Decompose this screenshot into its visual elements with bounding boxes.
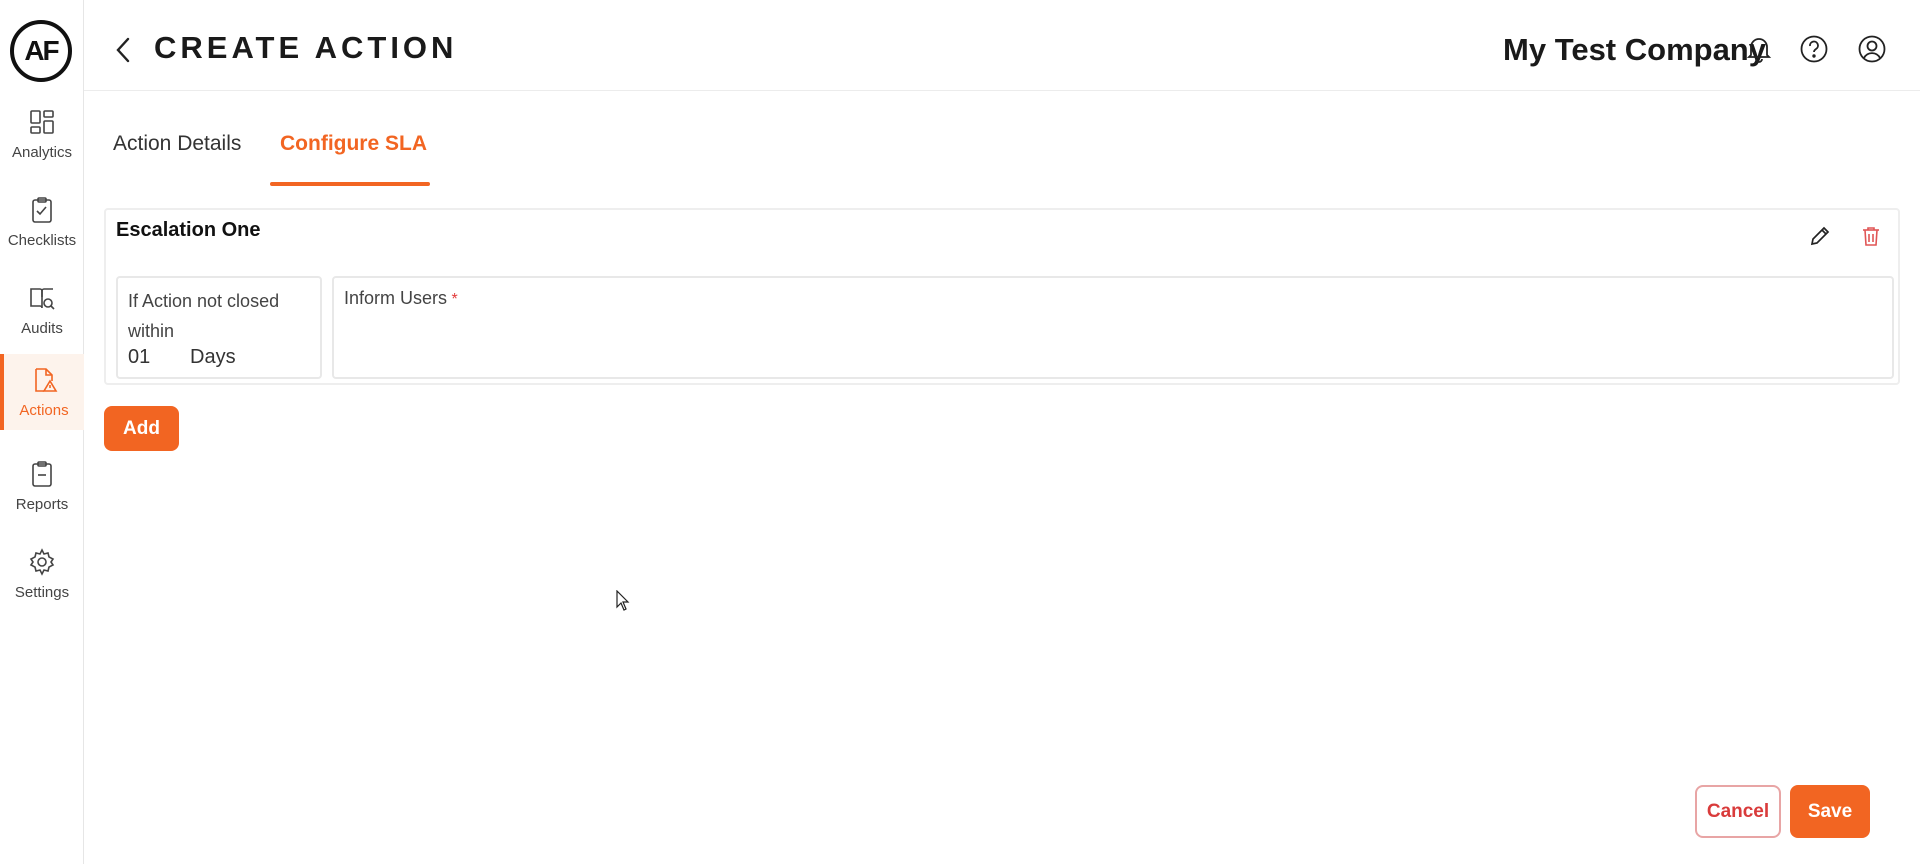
sidebar-item-settings[interactable]: Settings — [0, 536, 84, 612]
gear-icon — [29, 547, 55, 576]
analytics-icon — [30, 109, 54, 134]
checklist-icon — [32, 196, 52, 223]
page-header: CREATE ACTION My Test Company — [84, 0, 1920, 91]
page-title: CREATE ACTION — [154, 30, 458, 65]
sidebar-item-label: Checklists — [7, 231, 77, 249]
escalation-days-field: If Action not closed within Days — [116, 276, 322, 379]
profile-button[interactable] — [1857, 34, 1887, 64]
days-input[interactable] — [128, 346, 152, 369]
sidebar-item-actions[interactable]: Actions — [0, 354, 84, 430]
delete-escalation-button[interactable] — [1857, 222, 1885, 250]
mouse-cursor-icon — [616, 590, 630, 611]
notifications-button[interactable] — [1744, 34, 1774, 64]
sidebar-item-analytics[interactable]: Analytics — [0, 96, 84, 172]
sidebar-item-reports[interactable]: Reports — [0, 448, 84, 524]
company-name[interactable]: My Test Company — [1503, 32, 1766, 68]
edit-escalation-button[interactable] — [1806, 222, 1834, 250]
days-unit: Days — [190, 346, 236, 368]
report-icon — [32, 460, 52, 487]
sidebar-item-label: Settings — [14, 583, 70, 601]
logo-text: AF — [24, 35, 59, 66]
tab-configure-sla[interactable]: Configure SLA — [280, 132, 427, 156]
escalation-title: Escalation One — [116, 219, 261, 241]
user-icon — [1858, 35, 1886, 63]
inform-users-label: Inform Users — [344, 288, 448, 308]
app-logo[interactable]: AF — [10, 20, 72, 82]
cancel-button[interactable]: Cancel — [1695, 785, 1781, 838]
sidebar-item-label: Analytics — [11, 143, 73, 161]
trash-icon — [1863, 227, 1879, 246]
pencil-icon — [1810, 226, 1830, 246]
chevron-left-icon — [116, 37, 130, 63]
sidebar-item-checklists[interactable]: Checklists — [0, 184, 84, 260]
sidebar-item-label: Audits — [21, 319, 63, 337]
active-tab-indicator — [270, 182, 430, 186]
days-condition-label: If Action not closed within — [128, 291, 280, 341]
back-button[interactable] — [110, 33, 136, 67]
bell-icon — [1746, 38, 1772, 63]
sidebar: AF Analytics Checklists Audits Actions R… — [0, 0, 84, 864]
tab-action-details[interactable]: Action Details — [113, 132, 241, 156]
help-button[interactable] — [1799, 34, 1829, 64]
escalation-card: Escalation One If Action not closed with… — [104, 208, 1900, 385]
add-escalation-button[interactable]: Add — [104, 406, 179, 451]
sidebar-item-label: Actions — [19, 401, 69, 419]
sidebar-item-label: Reports — [15, 495, 69, 513]
sidebar-item-audits[interactable]: Audits — [0, 272, 84, 348]
save-button[interactable]: Save — [1790, 785, 1870, 838]
action-warning-icon — [35, 367, 58, 392]
help-icon — [1800, 35, 1828, 63]
required-mark: * — [451, 291, 458, 308]
inform-users-field[interactable]: Inform Users * — [332, 276, 1894, 379]
audit-icon — [30, 287, 55, 310]
